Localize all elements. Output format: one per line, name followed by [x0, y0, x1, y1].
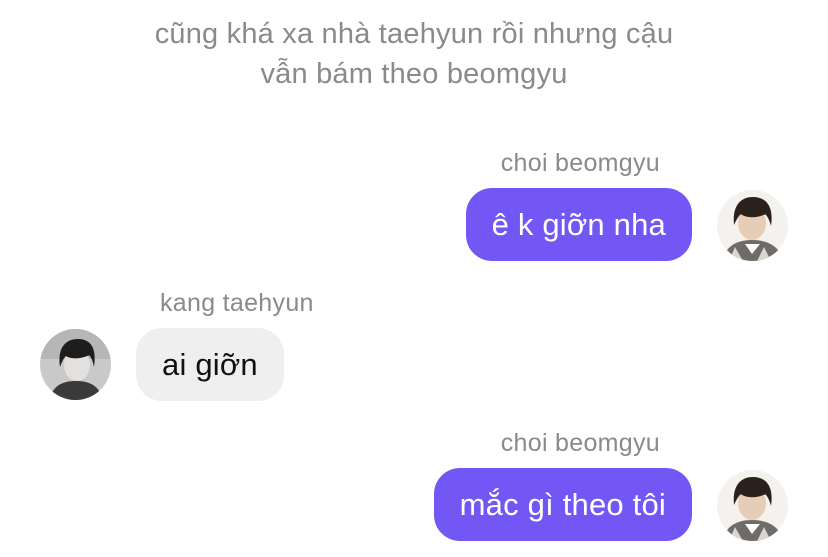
profile-photo-icon	[717, 190, 788, 261]
sender-name-beomgyu: choi beomgyu	[500, 429, 660, 457]
avatar-taehyun[interactable]	[40, 329, 111, 400]
narration-line-1: cũng khá xa nhà taehyun rồi nhưng cậu	[154, 18, 674, 50]
message-bubble-incoming[interactable]: ai giỡn	[136, 328, 284, 401]
narration-line-2: vẫn bám theo beomgyu	[260, 58, 568, 90]
sender-name-taehyun: kang taehyun	[160, 289, 314, 317]
message-bubble-outgoing[interactable]: ê k giỡn nha	[465, 188, 692, 261]
message-bubble-outgoing[interactable]: mắc gì theo tôi	[433, 468, 692, 541]
avatar-beomgyu[interactable]	[717, 470, 788, 541]
profile-photo-icon	[717, 470, 788, 541]
sender-name-beomgyu: choi beomgyu	[500, 149, 660, 177]
avatar-beomgyu[interactable]	[717, 190, 788, 261]
narration-text: cũng khá xa nhà taehyun rồi nhưng cậu vẫ…	[0, 14, 828, 94]
profile-photo-icon	[40, 329, 111, 400]
